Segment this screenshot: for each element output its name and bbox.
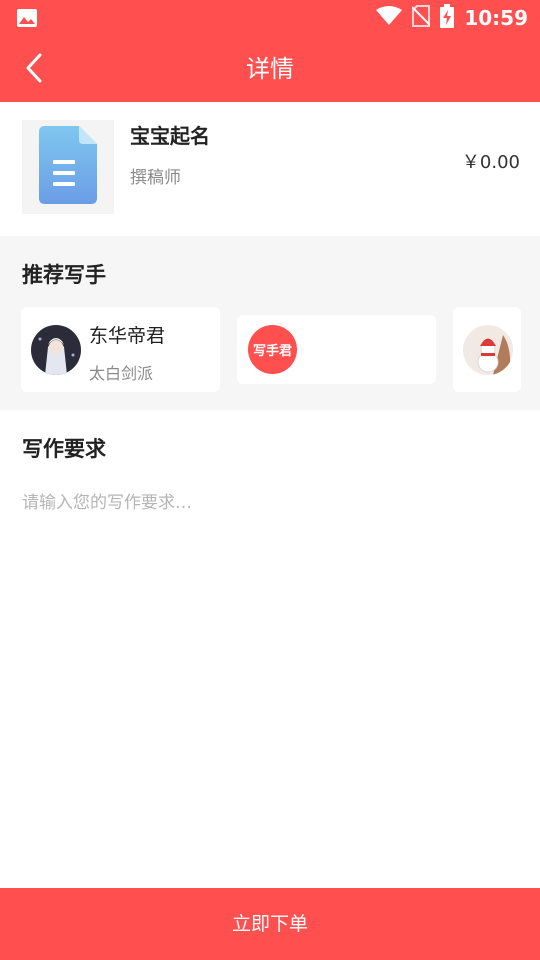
section-title: 推荐写手 (22, 263, 106, 287)
battery-charging-icon (440, 4, 455, 32)
writer-school: 太白剑派 (89, 364, 154, 383)
chevron-left-icon (25, 53, 43, 87)
wifi-icon (376, 6, 403, 30)
writer-card[interactable] (453, 307, 521, 392)
writer-card[interactable]: 东华帝君 太白剑派 (21, 307, 220, 392)
product-thumbnail (22, 120, 114, 214)
status-time: 10:59 (464, 6, 528, 30)
product-card: 宝宝起名 撰稿师 ￥0.00 (0, 102, 540, 236)
product-price: ￥0.00 (461, 152, 520, 173)
product-title: 宝宝起名 (130, 124, 210, 148)
character-avatar (31, 325, 81, 375)
section-title: 写作要求 (22, 437, 106, 461)
product-subtitle: 撰稿师 (130, 168, 181, 188)
no-sim-icon (411, 5, 432, 31)
writer-badge-avatar: 写手君 (248, 325, 297, 374)
writer-card[interactable]: 写手君 (237, 315, 436, 384)
header-bar: 详情 (0, 36, 540, 102)
writer-name: 东华帝君 (89, 325, 166, 347)
status-bar: 10:59 (0, 0, 540, 36)
recommended-writers-section: 推荐写手 东华帝君 太白剑派 写手君 (0, 236, 540, 410)
image-icon (16, 8, 38, 28)
page-title: 详情 (246, 55, 294, 83)
detail-screen: 10:59 详情 宝宝起名 撰稿师 ￥0.00 推荐写手 东华帝君 太白剑派 写… (0, 0, 540, 960)
back-button[interactable] (14, 50, 54, 90)
document-icon (39, 126, 97, 208)
snowman-avatar (463, 325, 513, 375)
place-order-button[interactable]: 立即下单 (0, 888, 540, 960)
status-icons: 10:59 (376, 4, 528, 32)
writing-requirements-section: 写作要求 (0, 410, 540, 888)
requirements-input[interactable] (22, 488, 518, 828)
